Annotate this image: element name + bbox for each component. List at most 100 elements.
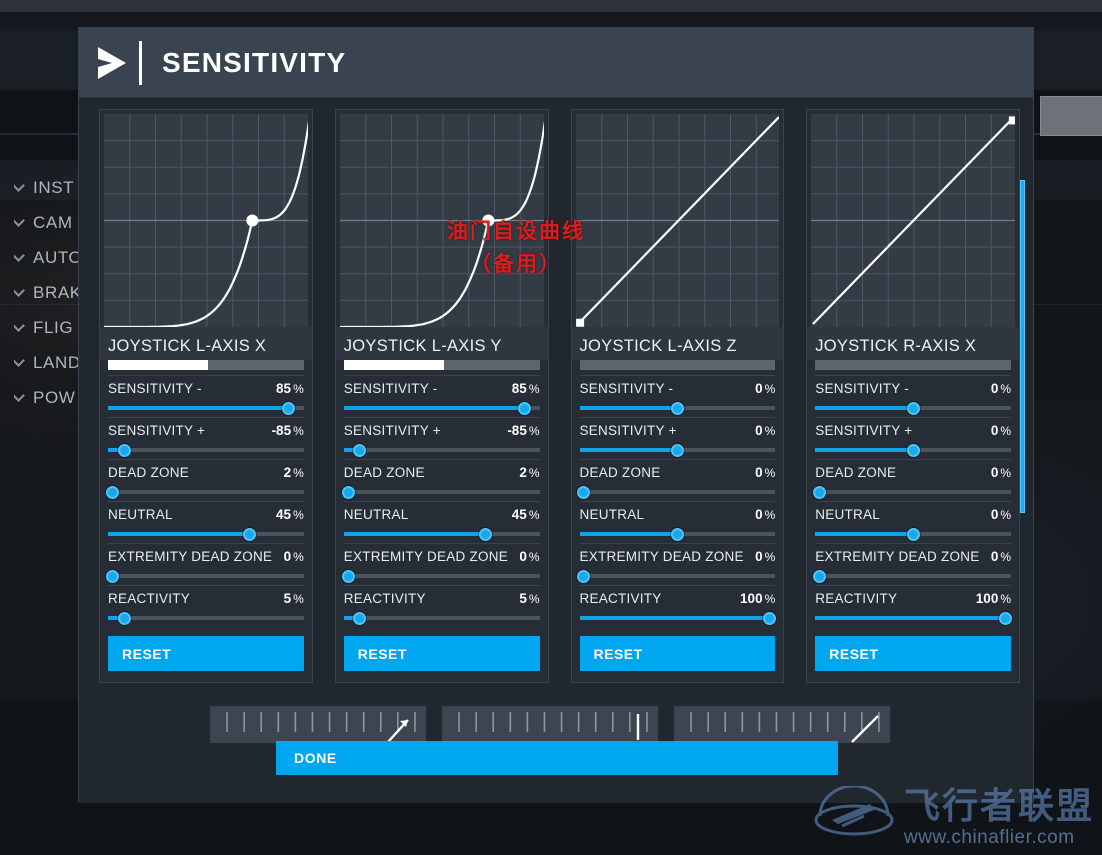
sidebar-item-inst[interactable]: INST	[14, 170, 82, 205]
slider-extremity-dead-zone[interactable]	[344, 570, 540, 582]
slider-sensitivity-minus[interactable]	[344, 402, 540, 414]
slider-extremity-dead-zone[interactable]	[815, 570, 1011, 582]
slider-value: 0%	[991, 549, 1011, 564]
dialog-header: SENSITIVITY	[79, 28, 1033, 98]
slider-knob[interactable]	[353, 612, 366, 625]
scrollbar-thumb[interactable]	[1020, 180, 1025, 513]
slider-neutral[interactable]	[344, 528, 540, 540]
slider-value-number: 0	[991, 465, 999, 480]
tick-marks	[227, 712, 415, 732]
slider-knob[interactable]	[813, 486, 826, 499]
slider-knob[interactable]	[479, 528, 492, 541]
slider-knob[interactable]	[353, 444, 366, 457]
slider-fill	[580, 532, 678, 536]
slider-knob[interactable]	[999, 612, 1012, 625]
slider-sensitivity-plus[interactable]	[580, 444, 776, 456]
slider-row-sensitivity-plus: SENSITIVITY +-85%	[108, 417, 304, 459]
slider-neutral[interactable]	[815, 528, 1011, 540]
slider-row-sensitivity-minus: SENSITIVITY -85%	[108, 375, 304, 417]
axis-preview-widget[interactable]	[439, 703, 661, 743]
slider-extremity-dead-zone[interactable]	[108, 570, 304, 582]
slider-neutral[interactable]	[580, 528, 776, 540]
slider-value-unit: %	[529, 592, 540, 606]
slider-knob[interactable]	[763, 612, 776, 625]
sensitivity-curve-graph[interactable]	[576, 114, 780, 327]
slider-knob[interactable]	[342, 570, 355, 583]
slider-knob[interactable]	[907, 402, 920, 415]
sidebar-item-cam[interactable]: CAM	[14, 205, 82, 240]
slider-knob[interactable]	[671, 402, 684, 415]
slider-label: SENSITIVITY -	[815, 381, 909, 396]
slider-knob[interactable]	[907, 528, 920, 541]
reset-button[interactable]: RESET	[108, 636, 304, 671]
sidebar-item-land[interactable]: LAND	[14, 345, 82, 380]
slider-track	[580, 490, 776, 494]
slider-knob[interactable]	[282, 402, 295, 415]
slider-knob[interactable]	[577, 486, 590, 499]
slider-knob[interactable]	[106, 486, 119, 499]
slider-value: 5%	[519, 591, 539, 606]
chevron-down-icon	[14, 321, 24, 331]
sensitivity-curve-graph[interactable]	[340, 114, 544, 327]
slider-value: 0%	[991, 423, 1011, 438]
slider-value-unit: %	[529, 382, 540, 396]
sensitivity-curve-graph[interactable]	[811, 114, 1015, 327]
slider-sensitivity-minus[interactable]	[580, 402, 776, 414]
slider-knob[interactable]	[342, 486, 355, 499]
done-button[interactable]: DONE	[276, 741, 838, 775]
slider-knob[interactable]	[243, 528, 256, 541]
background-button-top-right[interactable]	[1040, 96, 1102, 136]
slider-reactivity[interactable]	[108, 612, 304, 624]
slider-dead-zone[interactable]	[815, 486, 1011, 498]
slider-knob[interactable]	[671, 444, 684, 457]
sidebar-item-auto[interactable]: AUTO	[14, 240, 82, 275]
watermark-url: www.chinaflier.com	[904, 827, 1094, 849]
slider-neutral[interactable]	[108, 528, 304, 540]
slider-row-dead-zone: DEAD ZONE2%	[108, 459, 304, 501]
slider-knob[interactable]	[106, 570, 119, 583]
axis-activity-bar	[344, 360, 540, 370]
axis-preview-widget[interactable]	[207, 703, 429, 743]
sensitivity-curve-graph[interactable]	[104, 114, 308, 327]
scrollbar[interactable]	[1017, 180, 1027, 780]
reset-button[interactable]: RESET	[344, 636, 540, 671]
slider-sensitivity-minus[interactable]	[108, 402, 304, 414]
slider-sensitivity-plus[interactable]	[344, 444, 540, 456]
slider-knob[interactable]	[118, 612, 131, 625]
slider-reactivity[interactable]	[815, 612, 1011, 624]
slider-knob[interactable]	[671, 528, 684, 541]
slider-dead-zone[interactable]	[580, 486, 776, 498]
slider-reactivity[interactable]	[344, 612, 540, 624]
slider-knob[interactable]	[577, 570, 590, 583]
slider-knob[interactable]	[518, 402, 531, 415]
slider-knob[interactable]	[118, 444, 131, 457]
slider-knob[interactable]	[907, 444, 920, 457]
slider-track	[344, 574, 540, 578]
diagonal-line-icon	[852, 716, 878, 742]
sidebar-item-brak[interactable]: BRAK	[14, 275, 82, 310]
slider-value-unit: %	[765, 550, 776, 564]
slider-value: 100%	[976, 591, 1011, 606]
reset-button[interactable]: RESET	[815, 636, 1011, 671]
slider-reactivity[interactable]	[580, 612, 776, 624]
slider-sensitivity-plus[interactable]	[815, 444, 1011, 456]
slider-sensitivity-minus[interactable]	[815, 402, 1011, 414]
axis-preview-widget[interactable]	[671, 703, 893, 743]
chevron-down-icon	[14, 391, 24, 401]
slider-row-dead-zone: DEAD ZONE0%	[815, 459, 1011, 501]
sidebar-item-flig[interactable]: FLIG	[14, 310, 82, 345]
slider-value-unit: %	[765, 508, 776, 522]
slider-value-unit: %	[293, 592, 304, 606]
slider-knob[interactable]	[813, 570, 826, 583]
slider-sensitivity-plus[interactable]	[108, 444, 304, 456]
slider-dead-zone[interactable]	[344, 486, 540, 498]
slider-label: REACTIVITY	[580, 591, 662, 606]
slider-extremity-dead-zone[interactable]	[580, 570, 776, 582]
slider-fill	[815, 616, 1005, 620]
slider-row-extremity-dead-zone: EXTREMITY DEAD ZONE0%	[580, 543, 776, 585]
slider-value-number: -85	[272, 423, 292, 438]
sidebar-item-pow[interactable]: POW	[14, 380, 82, 415]
reset-button[interactable]: RESET	[580, 636, 776, 671]
slider-dead-zone[interactable]	[108, 486, 304, 498]
bottom-widget-row	[207, 703, 893, 743]
